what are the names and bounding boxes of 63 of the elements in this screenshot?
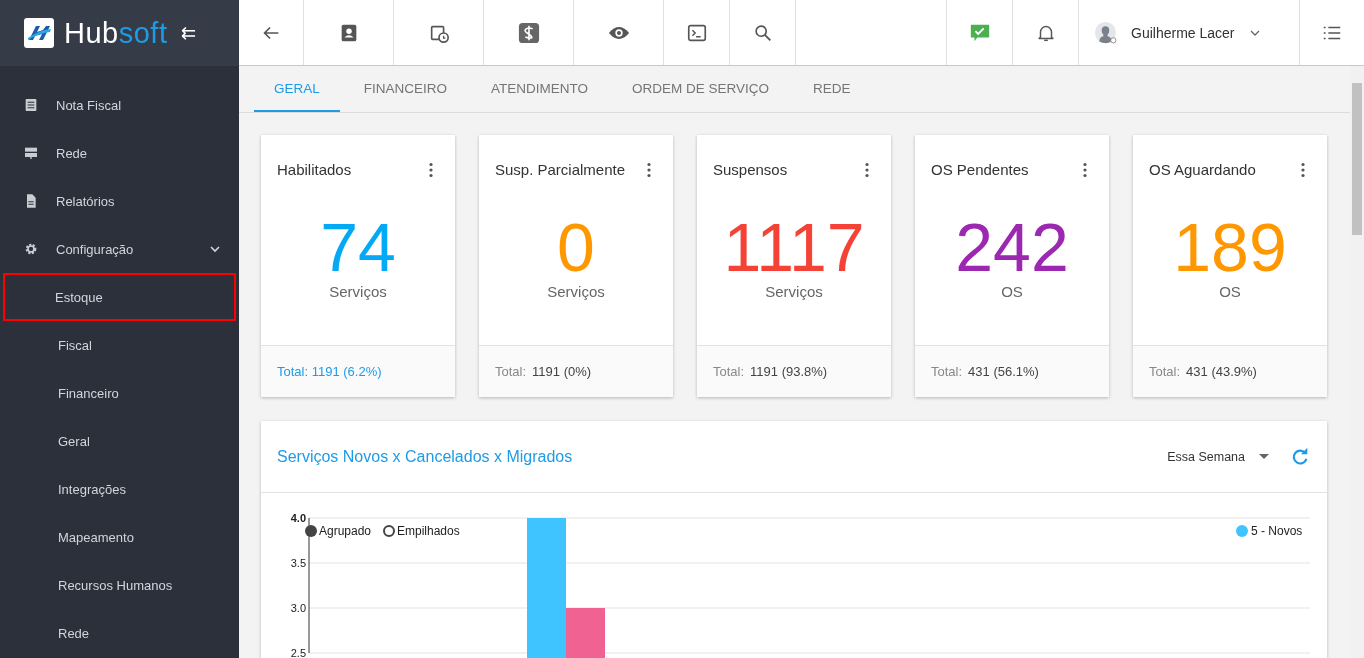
total-value: 1191 (93.8%) bbox=[750, 364, 828, 379]
tab[interactable]: FINANCEIRO bbox=[343, 66, 468, 112]
sidebar-subitem[interactable]: Mapeamento bbox=[3, 513, 236, 561]
card-title: Susp. Parcialmente bbox=[495, 160, 627, 181]
stat-value: 189 bbox=[1173, 211, 1287, 283]
period-dropdown[interactable]: Essa Semana bbox=[1161, 448, 1275, 465]
chart-title: Serviços Novos x Cancelados x Migrados bbox=[277, 447, 574, 466]
sidebar-subitem[interactable]: Fiscal bbox=[3, 321, 236, 369]
settings-icon bbox=[23, 241, 39, 257]
stat-unit: Serviços bbox=[765, 283, 823, 300]
collapse-sidebar-icon[interactable]: ⇇ bbox=[181, 22, 197, 44]
card-title: OS Aguardando bbox=[1149, 160, 1257, 181]
total-value: 431 (56.1%) bbox=[968, 364, 1039, 379]
legend-item[interactable]: 5 - Novos bbox=[1236, 524, 1303, 538]
tab[interactable]: REDE bbox=[793, 66, 871, 112]
stat-unit: OS bbox=[1001, 283, 1023, 300]
sidebar-subitem[interactable]: Geral bbox=[3, 417, 236, 465]
legend-label: 5 - Novos bbox=[1251, 524, 1303, 538]
avatar-icon bbox=[1095, 21, 1117, 44]
server-icon bbox=[23, 145, 39, 161]
card-title: OS Pendentes bbox=[931, 160, 1030, 181]
sidebar-item[interactable]: Nota Fiscal bbox=[0, 81, 239, 129]
stat-value: 74 bbox=[320, 211, 396, 283]
y-tick-label: 3.5 bbox=[290, 557, 306, 569]
sidebar-item[interactable]: Relatórios bbox=[0, 177, 239, 225]
tab[interactable]: ORDEM DE SERVIÇO bbox=[612, 66, 790, 112]
sidebar-item[interactable]: Rede bbox=[0, 129, 239, 177]
stat-value: 0 bbox=[557, 211, 595, 283]
total-value: 431 (43.9%) bbox=[1186, 364, 1257, 379]
dollar-icon bbox=[517, 21, 540, 44]
radio-button[interactable] bbox=[305, 525, 317, 537]
stat-unit: Serviços bbox=[547, 283, 605, 300]
sidebar-subitem[interactable]: Estoque bbox=[3, 273, 236, 321]
stat-unit: OS bbox=[1219, 283, 1241, 300]
total-value: 1191 (0%) bbox=[532, 364, 592, 379]
y-tick-label: 3.0 bbox=[290, 602, 306, 614]
sidebar-item[interactable]: Configuração bbox=[0, 225, 239, 273]
card-title: Suspensos bbox=[713, 160, 789, 181]
sidebar-subitem[interactable]: Integrações bbox=[3, 465, 236, 513]
tab[interactable]: ATENDIMENTO bbox=[471, 66, 609, 112]
y-tick-label: 4.0 bbox=[290, 512, 306, 524]
total-label: Total: bbox=[713, 364, 745, 379]
stat-value: 1117 bbox=[723, 211, 865, 283]
dropdown-caret-icon bbox=[1259, 453, 1269, 460]
chevron-icon[interactable] bbox=[209, 243, 221, 255]
sidebar-subitem[interactable]: Rede bbox=[3, 609, 236, 657]
radio-button[interactable] bbox=[383, 525, 395, 537]
stat-unit: Serviços bbox=[329, 283, 387, 300]
card-title: Habilitados bbox=[277, 160, 353, 181]
y-tick-label: 2.5 bbox=[290, 647, 306, 658]
document-icon bbox=[23, 97, 39, 113]
total-label: Total: bbox=[495, 364, 527, 379]
brand-name: Hubsoft bbox=[64, 16, 168, 50]
sidebar-subitem[interactable]: Financeiro bbox=[3, 369, 236, 417]
mode-label: Empilhados bbox=[397, 524, 460, 538]
total-label: Total: bbox=[1149, 364, 1181, 379]
user-name: Guilherme Lacer bbox=[1131, 24, 1235, 41]
logo-icon bbox=[24, 18, 54, 48]
mode-label: Agrupado bbox=[319, 524, 372, 538]
user-menu[interactable]: Guilherme Lacer bbox=[1079, 0, 1300, 65]
sidebar-subitem[interactable]: Recursos Humanos bbox=[3, 561, 236, 609]
stat-value: 242 bbox=[955, 211, 1069, 283]
total-label: Total: bbox=[931, 364, 963, 379]
